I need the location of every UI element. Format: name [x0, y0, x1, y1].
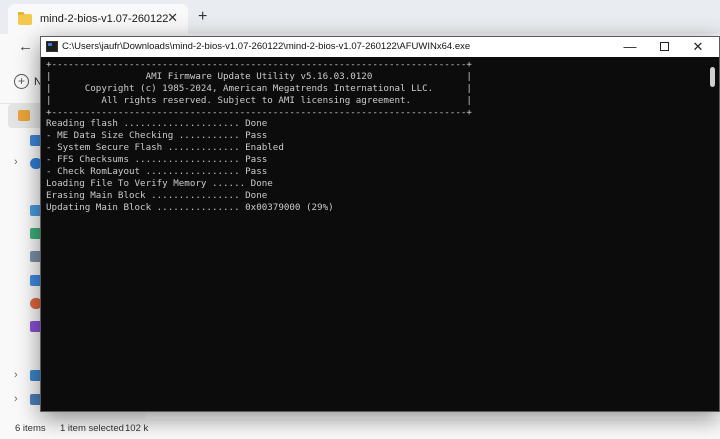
status-item-count: 6 items	[15, 423, 46, 434]
home-icon	[18, 110, 30, 121]
banner-copyright: | Copyright (c) 1985-2024, American Mega…	[46, 83, 472, 94]
output-line-progress: Updating Main Block ............... 0x00…	[46, 202, 334, 213]
tab-close-icon[interactable]: ✕	[167, 10, 178, 26]
output-line: Erasing Main Block ................ Done	[46, 190, 268, 201]
banner-border-top: +---------------------------------------…	[46, 59, 472, 70]
chevron-right-icon[interactable]: ›	[14, 369, 18, 381]
scrollbar-thumb[interactable]	[710, 67, 715, 87]
console-window[interactable]: C:\Users\jaufr\Downloads\mind-2-bios-v1.…	[40, 36, 720, 412]
back-arrow-icon[interactable]: ←	[18, 38, 33, 55]
explorer-tab-title: mind-2-bios-v1.07-260122	[40, 13, 169, 25]
sidebar-item-home[interactable]	[8, 104, 42, 128]
maximize-button[interactable]	[647, 37, 681, 57]
output-line: - FFS Checksums ................... Pass	[46, 154, 268, 165]
maximize-icon	[659, 42, 669, 51]
banner-rights: | All rights reserved. Subject to AMI li…	[46, 95, 472, 106]
new-plus-icon[interactable]: +	[14, 74, 29, 89]
chevron-right-icon[interactable]: ›	[14, 156, 18, 168]
banner-title: | AMI Firmware Update Utility v5.16.03.0…	[46, 71, 472, 82]
console-app-icon	[46, 41, 58, 52]
status-selected: 1 item selected	[60, 423, 124, 434]
console-scrollbar[interactable]	[706, 57, 719, 411]
close-button[interactable]: ✕	[681, 37, 715, 57]
console-title: C:\Users\jaufr\Downloads\mind-2-bios-v1.…	[62, 41, 471, 52]
status-size: 102 k	[125, 423, 149, 434]
console-title-bar[interactable]: C:\Users\jaufr\Downloads\mind-2-bios-v1.…	[41, 37, 719, 57]
explorer-tab-bar: mind-2-bios-v1.07-260122 ✕ +	[0, 0, 720, 34]
output-line: - Check RomLayout ................. Pass	[46, 166, 268, 177]
output-line: Loading File To Verify Memory ...... Don…	[46, 178, 273, 189]
output-line: - ME Data Size Checking ........... Pass	[46, 130, 268, 141]
explorer-status-bar: 6 items 1 item selected 102 k	[0, 419, 720, 439]
folder-icon	[18, 11, 32, 25]
output-line: - System Secure Flash ............. Enab…	[46, 142, 284, 153]
console-output[interactable]: +---------------------------------------…	[41, 57, 706, 411]
minimize-button[interactable]: —	[613, 37, 647, 57]
explorer-tab[interactable]: mind-2-bios-v1.07-260122 ✕	[8, 4, 188, 34]
new-tab-button[interactable]: +	[198, 8, 207, 26]
chevron-right-icon[interactable]: ›	[14, 393, 18, 405]
output-line: Reading flash ..................... Done	[46, 118, 268, 129]
